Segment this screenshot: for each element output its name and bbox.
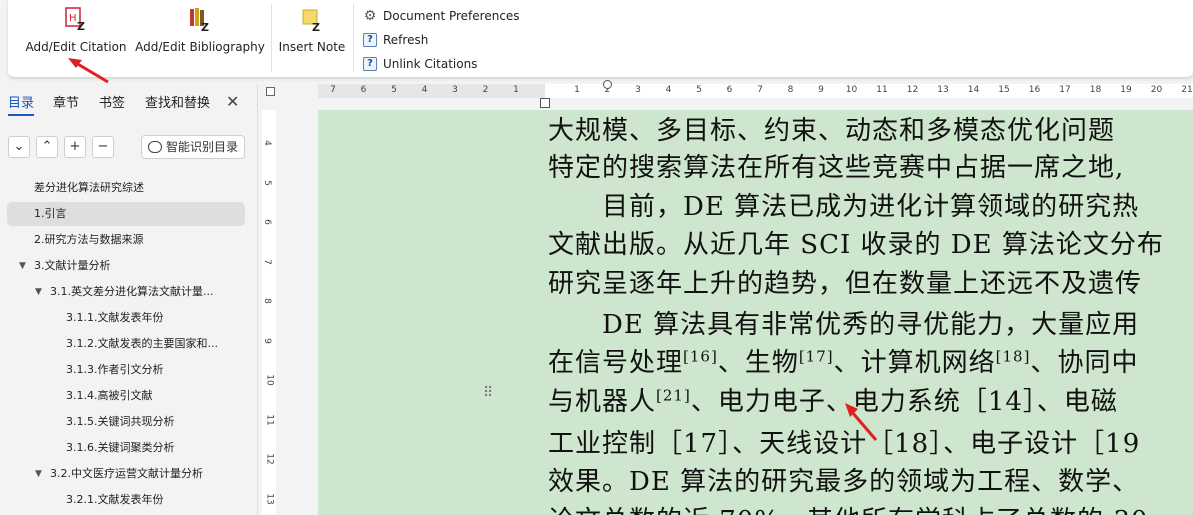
annotation-arrows [68, 58, 878, 441]
